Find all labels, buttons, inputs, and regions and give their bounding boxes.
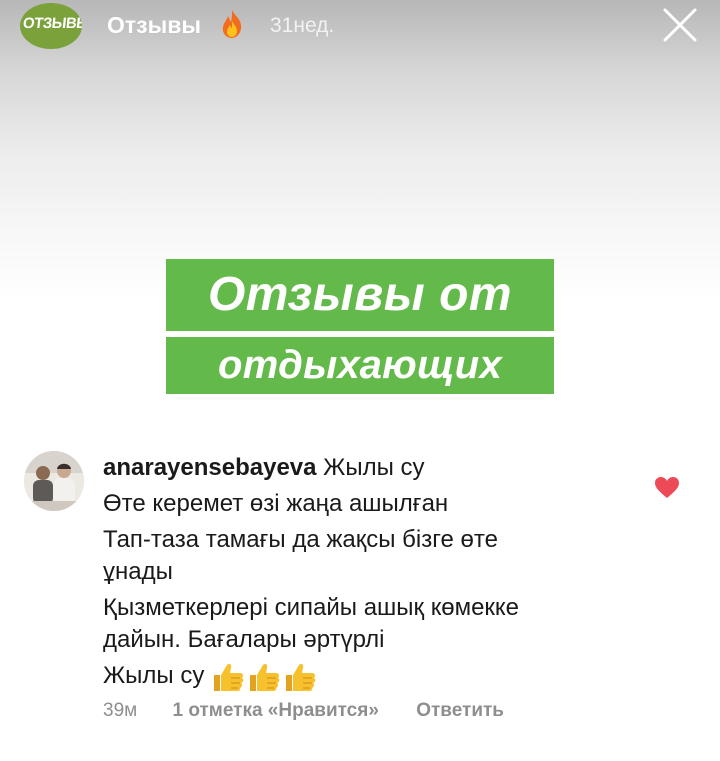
comment-line: ұнады [103,558,173,585]
comment-time: 39м [103,700,138,721]
comment-line: anarayensebayeva Жылы су [103,451,643,483]
thumbs-up-icon [286,664,316,692]
comment-line: дайын. Бағалары әртүрлі [103,626,385,653]
likes-count-link[interactable]: 1 отметка «Нравится» [172,700,378,722]
reply-button[interactable]: Ответить [416,700,504,722]
comment-line: Қызметкерлері сипайы ашық көмекке [103,594,520,621]
post-time: 31нед. [270,14,335,37]
heart-icon[interactable] [654,476,680,500]
comment-username[interactable]: anarayensebayeva [103,454,317,481]
emoji-group [211,660,319,694]
account-name[interactable]: Отзывы [107,12,201,39]
comment-text: Жылы су [103,662,205,689]
banner-line-2: отдыхающих [166,337,554,394]
comment-body: anarayensebayeva Жылы су Өте керемет өзі… [103,451,643,694]
fire-icon [222,10,242,38]
comment-line: Тап-таза тамағы да жақсы бізге өте [103,526,498,553]
story-header: ОТЗЫВЫ Отзывы 31нед. [0,0,720,60]
thumbs-up-icon [250,664,280,692]
account-avatar[interactable]: ОТЗЫВЫ [20,3,82,49]
commenter-avatar[interactable] [24,451,84,511]
comment-line: Жылы су [103,659,643,694]
thumbs-up-icon [214,664,244,692]
banner-line-1: Отзывы от [166,259,554,331]
comment-text: Жылы су [323,454,425,481]
commenter-photo [24,451,84,511]
comment-meta: 39м 1 отметка «Нравится» Ответить [103,700,504,722]
close-icon[interactable] [660,5,700,45]
comment-line: Өте керемет өзі жаңа ашылған [103,490,449,517]
avatar-badge-text: ОТЗЫВЫ [22,15,82,32]
